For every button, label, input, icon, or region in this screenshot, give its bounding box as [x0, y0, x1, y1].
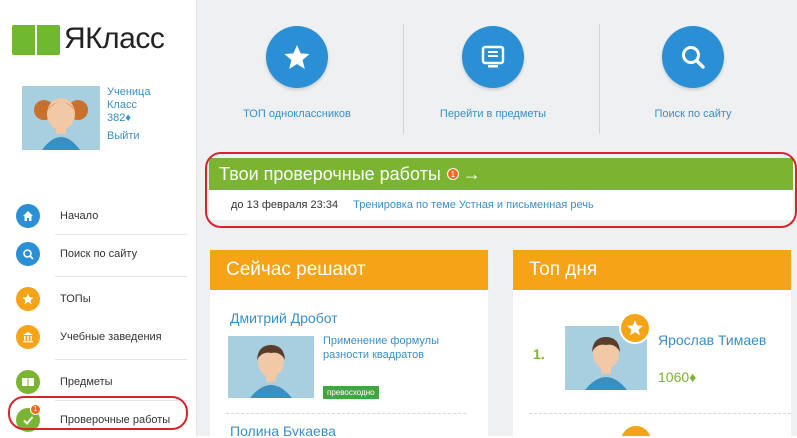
quick-link-top-classmates[interactable]: ТОП одноклассников — [202, 26, 392, 120]
quick-link-label: Перейти в предметы — [439, 108, 547, 120]
search-icon — [16, 242, 40, 266]
sidebar: ЯКласс Ученица Класс 382♦ Выйти Начало П… — [0, 0, 197, 436]
student-avatar[interactable] — [228, 336, 314, 398]
divider — [529, 413, 791, 414]
highlight-oval — [8, 396, 188, 430]
sidebar-item-label: Предметы — [60, 376, 113, 388]
score-value: 1060♦ — [658, 369, 697, 385]
logo-text: ЯКласс — [64, 22, 165, 55]
sidebar-item-subjects[interactable]: Предметы — [0, 364, 197, 400]
profile-points[interactable]: 382♦ — [107, 112, 150, 125]
logout-link[interactable]: Выйти — [107, 130, 150, 143]
institution-icon — [16, 325, 40, 349]
sidebar-item-institutions[interactable]: Учебные заведения — [0, 319, 197, 355]
logo[interactable]: ЯКласс — [12, 22, 165, 56]
monitor-icon — [462, 26, 524, 88]
grade-badge: превосходно — [323, 386, 379, 399]
sidebar-item-search[interactable]: Поиск по сайту — [0, 236, 197, 272]
divider — [55, 234, 187, 235]
solving-now-header: Сейчас решают — [210, 250, 488, 290]
divider — [55, 359, 187, 360]
student-name-link[interactable]: Полина Букаева — [230, 423, 336, 436]
sidebar-item-label: ТОПы — [60, 293, 91, 305]
rank-number: 1. — [533, 346, 545, 362]
divider — [226, 413, 466, 414]
top-day-card: Топ дня 1. Ярослав Тимаев 1060♦ — [513, 250, 791, 436]
sidebar-item-label: Учебные заведения — [60, 331, 162, 343]
divider — [55, 276, 187, 277]
quick-link-label: ТОП одноклассников — [243, 108, 351, 120]
quick-link-search[interactable]: Поиск по сайту — [598, 26, 788, 120]
student-name-link[interactable]: Дмитрий Дробот — [230, 310, 338, 326]
quick-link-subjects[interactable]: Перейти в предметы — [398, 26, 588, 120]
star-icon — [16, 287, 40, 311]
sidebar-item-label: Поиск по сайту — [60, 248, 138, 260]
profile-role[interactable]: Ученица — [107, 86, 150, 99]
star-icon — [266, 26, 328, 88]
profile-class[interactable]: Класс — [107, 99, 150, 112]
quick-link-label: Поиск по сайту — [654, 108, 732, 120]
sidebar-item-label: Начало — [60, 210, 99, 222]
profile-info: Ученица Класс 382♦ Выйти — [107, 86, 150, 143]
solving-now-card: Сейчас решают Дмитрий Дробот Применение … — [210, 250, 488, 436]
sidebar-item-home[interactable]: Начало — [0, 198, 197, 234]
profile-avatar[interactable] — [22, 86, 100, 150]
main-content: ТОП одноклассников Перейти в предметы По… — [197, 0, 797, 436]
task-link[interactable]: Применение формулы разности квадратов — [323, 334, 473, 362]
sidebar-item-tops[interactable]: ТОПы — [0, 281, 197, 317]
star-icon — [619, 312, 651, 344]
book-icon — [16, 370, 40, 394]
home-icon — [16, 204, 40, 228]
star-icon — [621, 426, 651, 436]
student-name-link[interactable]: Ярослав Тимаев — [658, 331, 766, 349]
highlight-oval — [205, 152, 797, 228]
search-icon — [662, 26, 724, 88]
logo-book-icon — [12, 22, 62, 56]
top-day-header: Топ дня — [513, 250, 791, 290]
quick-links: ТОП одноклассников Перейти в предметы По… — [197, 0, 797, 150]
